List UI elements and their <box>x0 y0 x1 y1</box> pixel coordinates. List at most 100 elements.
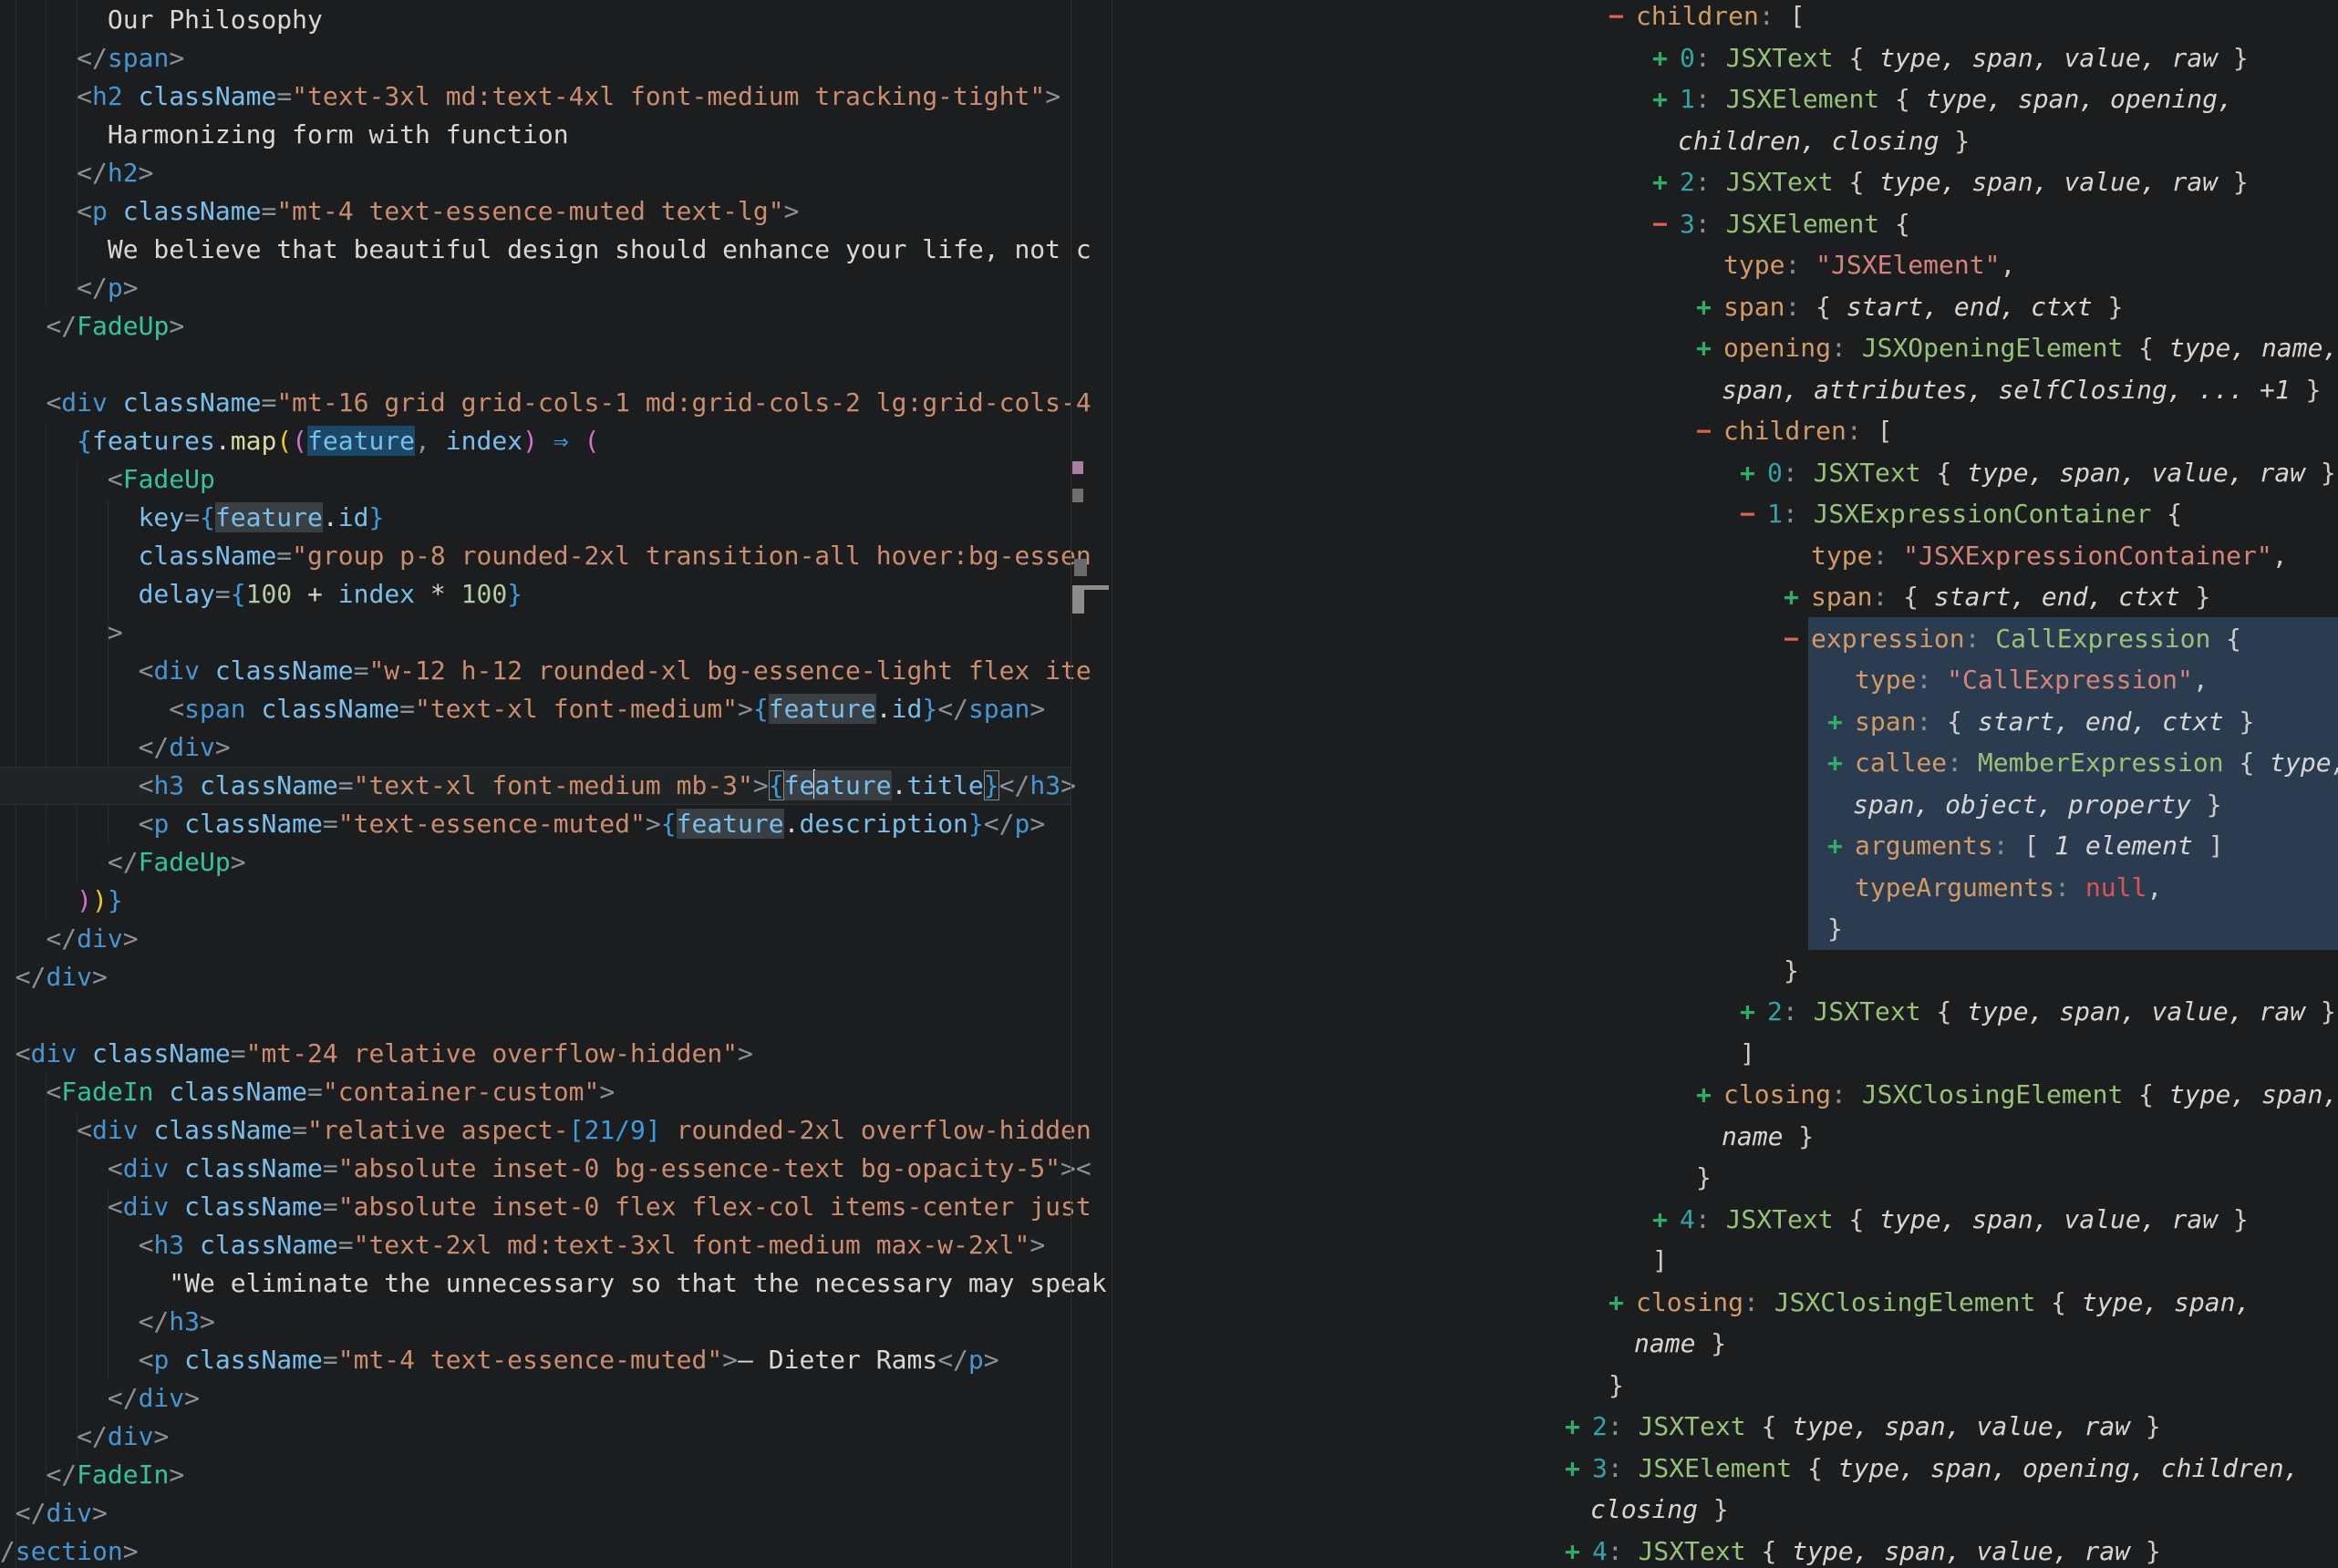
code-line[interactable]: <span className="text-xl font-medium">{f… <box>0 690 1107 728</box>
code-line-current[interactable]: <h3 className="text-xl font-medium mb-3"… <box>0 767 1071 805</box>
ast-node-row[interactable]: +span: { start, end, ctxt } <box>1112 286 2338 328</box>
ast-node-row[interactable]: +closing: JSXClosingElement { type, span… <box>1112 1074 2338 1116</box>
code-line[interactable]: <div className="relative aspect-[21/9] r… <box>0 1111 1107 1150</box>
code-line[interactable]: </FadeUp> <box>0 843 1107 882</box>
collapse-icon[interactable]: − <box>1652 203 1680 245</box>
expand-icon[interactable]: + <box>1652 1199 1680 1241</box>
ast-node-row[interactable]: +4: JSXText { type, span, value, raw } <box>1112 1531 2338 1568</box>
collapse-icon[interactable]: − <box>1784 618 1811 660</box>
code-line[interactable]: <p className="text-essence-muted">{featu… <box>0 805 1107 843</box>
code-line[interactable]: </h2> <box>0 154 1107 192</box>
expand-icon[interactable]: + <box>1609 1282 1636 1324</box>
expand-icon[interactable]: + <box>1565 1448 1592 1490</box>
ast-node-row[interactable]: +span: { start, end, ctxt } <box>1112 701 2338 743</box>
code-line[interactable]: ))} <box>0 882 1107 920</box>
code-line[interactable]: </div> <box>0 1379 1107 1418</box>
ast-row[interactable]: type: "JSXExpressionContainer", <box>1112 535 2338 577</box>
expand-icon[interactable]: + <box>1696 286 1723 328</box>
code-line[interactable]: > <box>0 614 1107 652</box>
ast-node-row[interactable]: −1: JSXExpressionContainer { <box>1112 493 2338 535</box>
ast-row[interactable]: } <box>1112 950 2338 992</box>
ast-panel[interactable]: −children: [+0: JSXText { type, span, va… <box>1112 0 2338 1568</box>
code-line[interactable]: </section> <box>0 1532 1107 1568</box>
code-line[interactable]: Our Philosophy <box>0 1 1107 39</box>
ast-row[interactable]: } <box>1112 1157 2338 1199</box>
code-line[interactable]: <h3 className="text-2xl md:text-3xl font… <box>0 1226 1107 1264</box>
ast-node-row[interactable]: +4: JSXText { type, span, value, raw } <box>1112 1199 2338 1241</box>
collapse-icon[interactable]: − <box>1609 0 1636 37</box>
ast-row[interactable]: name } <box>1112 1323 2338 1365</box>
ast-node-row[interactable]: +callee: MemberExpression { type, <box>1112 742 2338 784</box>
ast-node-row[interactable]: +2: JSXText { type, span, value, raw } <box>1112 991 2338 1033</box>
ast-node-row[interactable]: +arguments: [ 1 element ] <box>1112 825 2338 867</box>
code-line[interactable]: delay={100 + index * 100} <box>0 575 1107 614</box>
code-line[interactable] <box>0 346 1107 384</box>
ast-row[interactable]: } <box>1112 908 2338 950</box>
expand-icon[interactable]: + <box>1565 1406 1592 1448</box>
expand-icon[interactable]: + <box>1827 701 1855 743</box>
ast-row[interactable]: typeArguments: null, <box>1112 867 2338 909</box>
expand-icon[interactable]: + <box>1827 742 1855 784</box>
code-line[interactable]: <div className="absolute inset-0 bg-esse… <box>0 1150 1107 1188</box>
ast-row[interactable]: } <box>1112 1365 2338 1407</box>
code-editor[interactable]: Our Philosophy </span> <h2 className="te… <box>0 0 1112 1568</box>
code-line[interactable]: {features.map((feature, index) ⇒ ( <box>0 422 1107 460</box>
ast-node-row[interactable]: +closing: JSXClosingElement { type, span… <box>1112 1282 2338 1324</box>
ast-node-row[interactable]: +0: JSXText { type, span, value, raw } <box>1112 452 2338 494</box>
ast-node-row[interactable]: +2: JSXText { type, span, value, raw } <box>1112 161 2338 203</box>
ast-row[interactable]: ] <box>1112 1240 2338 1282</box>
code-line[interactable]: <FadeUp <box>0 460 1107 499</box>
ast-row[interactable]: type: "CallExpression", <box>1112 659 2338 701</box>
code-line[interactable]: We believe that beautiful design should … <box>0 231 1107 269</box>
ast-node-row[interactable]: +0: JSXText { type, span, value, raw } <box>1112 37 2338 79</box>
code-line[interactable]: </div> <box>0 1494 1107 1532</box>
expand-icon[interactable]: + <box>1784 576 1811 618</box>
collapse-icon[interactable]: − <box>1740 493 1767 535</box>
expand-icon[interactable]: + <box>1740 991 1767 1033</box>
ast-node-row[interactable]: +span: { start, end, ctxt } <box>1112 576 2338 618</box>
ast-node-row[interactable]: +opening: JSXOpeningElement { type, name… <box>1112 327 2338 369</box>
ast-row[interactable]: type: "JSXElement", <box>1112 244 2338 286</box>
code-line[interactable]: <div className="mt-24 relative overflow-… <box>0 1035 1107 1073</box>
ast-node-row[interactable]: +2: JSXText { type, span, value, raw } <box>1112 1406 2338 1448</box>
ast-node-row[interactable]: −expression: CallExpression { <box>1112 618 2338 660</box>
ast-row[interactable]: children, closing } <box>1112 120 2338 162</box>
code-line[interactable]: key={feature.id} <box>0 499 1107 537</box>
code-line[interactable]: "We eliminate the unnecessary so that th… <box>0 1264 1107 1303</box>
code-line[interactable]: <div className="mt-16 grid grid-cols-1 m… <box>0 384 1107 422</box>
code-line[interactable]: </p> <box>0 269 1107 307</box>
expand-icon[interactable]: + <box>1652 78 1680 120</box>
code-line[interactable]: </FadeUp> <box>0 307 1107 346</box>
expand-icon[interactable]: + <box>1652 37 1680 79</box>
expand-icon[interactable]: + <box>1827 825 1855 867</box>
ast-row[interactable]: span, object, property } <box>1112 784 2338 826</box>
expand-icon[interactable]: + <box>1652 161 1680 203</box>
ast-node-row[interactable]: −children: [ <box>1112 0 2338 37</box>
expand-icon[interactable]: + <box>1740 452 1767 494</box>
code-line[interactable]: <p className="mt-4 text-essence-muted te… <box>0 192 1107 231</box>
ast-row[interactable]: name } <box>1112 1116 2338 1158</box>
ast-node-row[interactable]: −3: JSXElement { <box>1112 203 2338 245</box>
code-line[interactable] <box>0 996 1107 1035</box>
code-line[interactable]: className="group p-8 rounded-2xl transit… <box>0 537 1107 575</box>
ast-row[interactable]: closing } <box>1112 1489 2338 1531</box>
ast-row[interactable]: span, attributes, selfClosing, ... +1 } <box>1112 369 2338 411</box>
code-line[interactable]: Harmonizing form with function <box>0 116 1107 154</box>
ast-node-row[interactable]: +3: JSXElement { type, span, opening, ch… <box>1112 1448 2338 1490</box>
expand-icon[interactable]: + <box>1565 1531 1592 1568</box>
code-line[interactable]: <h2 className="text-3xl md:text-4xl font… <box>0 77 1107 116</box>
code-line[interactable]: </FadeIn> <box>0 1456 1107 1494</box>
collapse-icon[interactable]: − <box>1696 410 1723 452</box>
code-line[interactable]: </div> <box>0 1418 1107 1456</box>
code-line[interactable]: </div> <box>0 920 1107 958</box>
code-line[interactable]: <p className="mt-4 text-essence-muted">—… <box>0 1341 1107 1379</box>
ast-node-row[interactable]: +1: JSXElement { type, span, opening, <box>1112 78 2338 120</box>
expand-icon[interactable]: + <box>1696 1074 1723 1116</box>
expand-icon[interactable]: + <box>1696 327 1723 369</box>
code-line[interactable]: </div> <box>0 728 1107 767</box>
code-line[interactable]: <div className="w-12 h-12 rounded-xl bg-… <box>0 652 1107 690</box>
code-line[interactable]: <div className="absolute inset-0 flex fl… <box>0 1188 1107 1226</box>
code-line[interactable]: <FadeIn className="container-custom"> <box>0 1073 1107 1111</box>
code-line[interactable]: </span> <box>0 39 1107 77</box>
ast-row[interactable]: ] <box>1112 1033 2338 1075</box>
